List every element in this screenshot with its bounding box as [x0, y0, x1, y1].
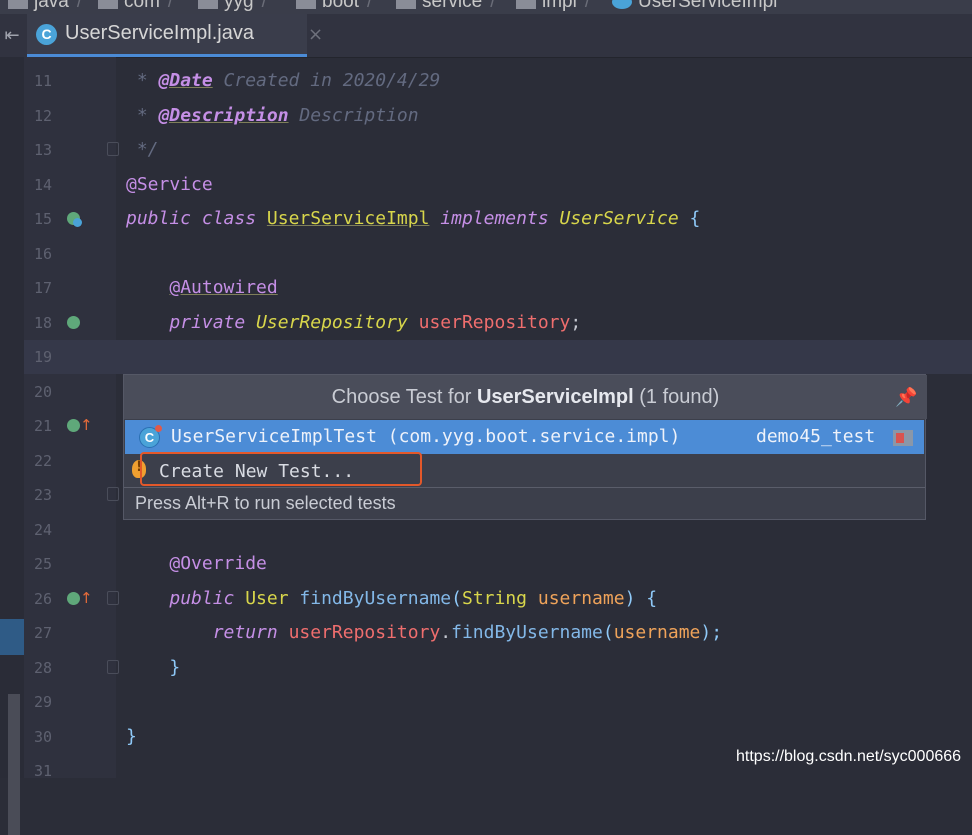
code-text: return userRepository.findByUsername(use… — [212, 622, 723, 643]
code-text: public User findByUsername(String userna… — [169, 588, 658, 609]
code-line: 12 * @Description Description — [0, 99, 972, 133]
watermark: https://blog.csdn.net/syc000666 — [736, 748, 962, 765]
code-line: 11 * @Date Created in 2020/4/29 — [0, 64, 972, 98]
folder-icon — [396, 0, 416, 9]
code-text: } — [126, 726, 137, 747]
popup-footer-hint: Press Alt+R to run selected tests — [135, 493, 396, 513]
line-number: 13 — [34, 141, 53, 159]
breadcrumb: java / com / yyg / boot / service / impl / Use… — [0, 0, 972, 14]
close-icon[interactable]: × — [308, 24, 323, 45]
code-text: private UserRepository userRepository; — [169, 312, 582, 333]
override-icon[interactable] — [67, 592, 80, 605]
line-number: 18 — [34, 314, 53, 332]
override-icon[interactable] — [67, 419, 80, 432]
code-text: * @Date Created in 2020/4/29 — [126, 70, 441, 91]
breadcrumb-item-yyg[interactable]: yyg / — [198, 0, 267, 12]
line-number: 15 — [34, 210, 53, 228]
code-line: 28 } — [0, 651, 972, 685]
breadcrumb-item-java[interactable]: java / — [8, 0, 82, 12]
code-line: 15 public class UserServiceImpl implemen… — [0, 202, 972, 236]
line-number: 22 — [34, 452, 53, 470]
folder-icon — [296, 0, 316, 9]
implemented-class-icon[interactable] — [67, 212, 82, 227]
code-line: 14 @Service — [0, 168, 972, 202]
fold-marker-icon[interactable] — [107, 660, 119, 674]
line-number: 17 — [34, 279, 53, 297]
code-text: public class UserServiceImpl implements … — [126, 208, 701, 229]
choose-test-popup: Choose Test for UserServiceImpl (1 found… — [123, 374, 927, 520]
highlight-box — [140, 452, 422, 486]
line-number: 20 — [34, 383, 53, 401]
line-number: 21 — [34, 417, 53, 435]
fold-marker-icon[interactable] — [107, 487, 119, 501]
code-text: @Autowired — [169, 277, 278, 298]
class-icon: C — [36, 24, 57, 45]
line-number: 24 — [34, 521, 53, 539]
module-icon — [893, 430, 913, 446]
line-number: 26 — [34, 590, 53, 608]
code-line: 18 private UserRepository userRepository… — [0, 306, 972, 340]
code-line: 16 — [0, 237, 972, 271]
override-up-arrow-icon[interactable]: ↑ — [80, 589, 93, 607]
line-number: 29 — [34, 693, 53, 711]
breadcrumb-item-impl[interactable]: impl / — [516, 0, 590, 12]
tab-filename: UserServiceImpl.java — [65, 22, 254, 44]
folder-icon — [516, 0, 536, 9]
code-text: */ — [126, 139, 159, 160]
code-line: 17 @Autowired — [0, 271, 972, 305]
editor-tab-userserviceimpl[interactable]: C UserServiceImpl.java × — [27, 14, 323, 57]
code-text: * @Description Description — [126, 105, 419, 126]
code-line: 26 ↑ public User findByUsername(String u… — [0, 582, 972, 616]
breadcrumb-item-userserviceimpl[interactable]: UserServiceImpl — [612, 0, 777, 12]
code-text: @Override — [169, 553, 267, 574]
line-number: 16 — [34, 245, 53, 263]
line-number: 23 — [34, 486, 53, 504]
code-line: 13 */ — [0, 133, 972, 167]
line-number: 19 — [34, 348, 53, 366]
fold-marker-icon[interactable] — [107, 142, 119, 156]
code-text: @Service — [126, 174, 213, 195]
folder-icon — [198, 0, 218, 9]
line-number: 31 — [34, 762, 53, 780]
folder-icon — [98, 0, 118, 9]
code-line: 27 return userRepository.findByUsername(… — [0, 616, 972, 650]
override-up-arrow-icon[interactable]: ↑ — [80, 416, 93, 434]
line-number: 30 — [34, 728, 53, 746]
test-item-label: UserServiceImplTest (com.yyg.boot.servic… — [171, 426, 681, 447]
line-number: 28 — [34, 659, 53, 677]
test-list-item-userserviceimpltest[interactable]: C UserServiceImplTest (com.yyg.boot.serv… — [125, 420, 924, 454]
popup-title: Choose Test for UserServiceImpl (1 found… — [124, 375, 927, 419]
code-text: } — [126, 657, 181, 678]
code-line: 25 @Override — [0, 547, 972, 581]
folder-icon — [8, 0, 28, 9]
breadcrumb-item-com[interactable]: com / — [98, 0, 173, 12]
breadcrumb-item-service[interactable]: service / — [396, 0, 495, 12]
line-number: 27 — [34, 624, 53, 642]
fold-marker-icon[interactable] — [107, 591, 119, 605]
test-class-icon: C — [139, 425, 162, 448]
autowired-bean-icon[interactable] — [67, 316, 80, 329]
breadcrumb-item-boot[interactable]: boot / — [296, 0, 372, 12]
line-number: 12 — [34, 107, 53, 125]
code-line: 29 — [0, 685, 972, 719]
collapse-icon[interactable]: ⇤ — [0, 14, 24, 57]
line-number: 25 — [34, 555, 53, 573]
test-item-module: demo45_test — [756, 426, 876, 447]
line-number: 14 — [34, 176, 53, 194]
line-number: 11 — [34, 72, 53, 90]
class-icon — [612, 0, 632, 9]
code-line: 19 — [0, 340, 972, 374]
pin-icon[interactable]: 📌 — [895, 387, 917, 408]
